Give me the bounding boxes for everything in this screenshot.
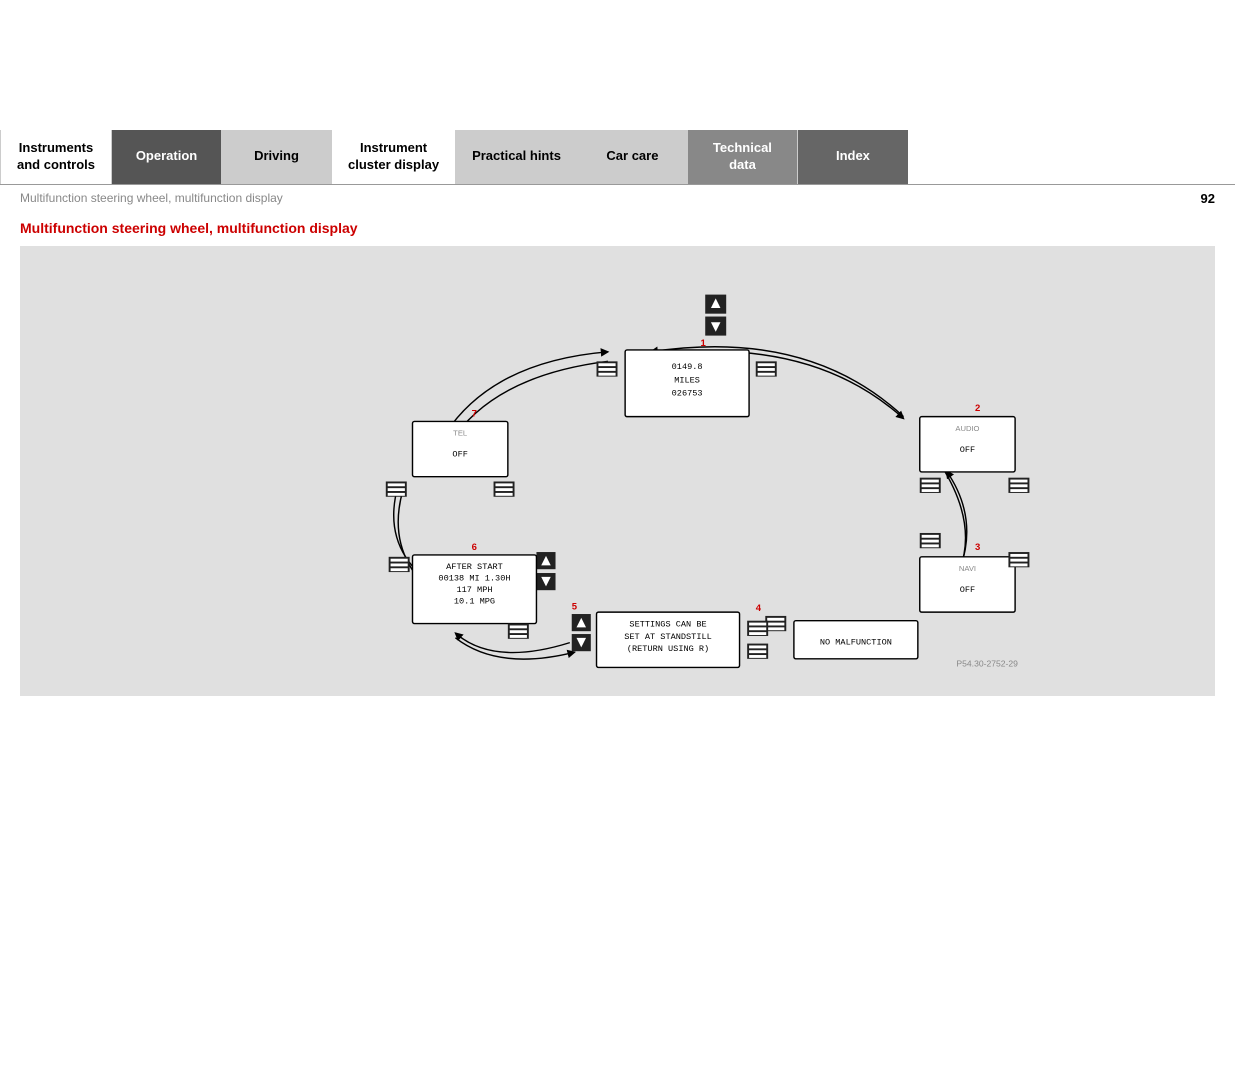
node4-label: 4 bbox=[756, 603, 762, 614]
node3-label: 3 bbox=[975, 542, 980, 553]
nav-bar: Instruments and controls Operation Drivi… bbox=[0, 130, 1235, 185]
diagram-svg: 1 0149.8 MILES 026753 2 AUDIO OFF 3 NAVI bbox=[40, 266, 1195, 676]
node3-line1: OFF bbox=[960, 585, 975, 595]
ref-code: P54.30-2752-29 bbox=[956, 658, 1018, 668]
node5-line2: SET AT STANDSTILL bbox=[624, 632, 712, 642]
nav-item-index[interactable]: Index bbox=[798, 130, 908, 184]
icon-left-area-l2 bbox=[388, 488, 405, 491]
icon-right-node3-l3 bbox=[1010, 563, 1027, 566]
nav-item-operation[interactable]: Operation bbox=[112, 130, 222, 184]
diagram-container: 1 0149.8 MILES 026753 2 AUDIO OFF 3 NAVI bbox=[20, 246, 1215, 696]
icon-right-node3-l2 bbox=[1010, 559, 1027, 562]
icon-line2-node1 bbox=[758, 368, 775, 371]
nav-item-car-care[interactable]: Car care bbox=[578, 130, 688, 184]
node7-title: TEL bbox=[453, 429, 467, 438]
icon-above-node3-l1 bbox=[922, 535, 939, 538]
arc-6-to-5-return bbox=[455, 638, 574, 659]
icon-right-node5-l2 bbox=[749, 627, 766, 630]
node1-line3: 026753 bbox=[672, 388, 703, 398]
icon-below-node7-l2 bbox=[495, 488, 512, 491]
nav-item-instrument-cluster[interactable]: Instrument cluster display bbox=[332, 130, 456, 184]
icon-line3-node1 bbox=[758, 373, 775, 376]
icon-above-node3-l2 bbox=[922, 539, 939, 542]
node2-label: 2 bbox=[975, 403, 980, 414]
node5-label: 5 bbox=[572, 601, 578, 612]
node7-line1: OFF bbox=[452, 449, 467, 459]
node1-line2: MILES bbox=[674, 375, 700, 385]
nav-item-technical-data[interactable]: Technical data bbox=[688, 130, 798, 184]
page-title: Multifunction steering wheel, multifunct… bbox=[20, 220, 1215, 236]
node4-line1: NO MALFUNCTION bbox=[820, 637, 892, 647]
icon-below-node6-l3 bbox=[510, 635, 527, 638]
icon-left-line3 bbox=[598, 373, 615, 376]
icon-left-node4-l3 bbox=[767, 627, 784, 630]
icon-below-node6-l2 bbox=[510, 630, 527, 633]
icon-below-node5-l1 bbox=[749, 645, 766, 648]
icon-below-node6-l1 bbox=[510, 625, 527, 628]
icon-below-node7-l3 bbox=[495, 493, 512, 496]
icon-above-node3-l3 bbox=[922, 544, 939, 547]
node6-line4: 10.1 MPG bbox=[454, 596, 495, 606]
icon-left-node4-l2 bbox=[767, 622, 784, 625]
icon-right-node5-l1 bbox=[749, 622, 766, 625]
icon-left-line1 bbox=[598, 363, 615, 366]
icon-below-node2-l2 bbox=[922, 484, 939, 487]
nav-item-instruments[interactable]: Instruments and controls bbox=[0, 130, 112, 184]
icon-right-node2-l1 bbox=[1010, 479, 1027, 482]
icon-left-node4-l1 bbox=[767, 618, 784, 621]
icon-right-node5-l3 bbox=[749, 632, 766, 635]
node1-label: 1 bbox=[700, 338, 706, 349]
node5-line3: (RETURN USING R) bbox=[627, 644, 709, 654]
icon-below-node2-l1 bbox=[922, 479, 939, 482]
nav-item-practical-hints[interactable]: Practical hints bbox=[456, 130, 578, 184]
icon-left-area-l1 bbox=[388, 483, 405, 486]
breadcrumb: Multifunction steering wheel, multifunct… bbox=[0, 185, 1235, 212]
icon-right-node2-l2 bbox=[1010, 484, 1027, 487]
node1-line1: 0149.8 bbox=[672, 362, 703, 372]
node2-line1: OFF bbox=[960, 445, 975, 455]
icon-left-node6-l3 bbox=[391, 568, 408, 571]
icon-below-node5-l3 bbox=[749, 655, 766, 658]
icon-below-node7-l1 bbox=[495, 483, 512, 486]
node6-line3: 117 MPH bbox=[456, 585, 492, 595]
icon-line1-node1 bbox=[758, 363, 775, 366]
icon-below-node2-l3 bbox=[922, 489, 939, 492]
node6-line2: 00138 MI 1.30H bbox=[438, 573, 510, 583]
icon-left-line2 bbox=[598, 368, 615, 371]
icon-left-area-l3 bbox=[388, 493, 405, 496]
node6-label: 6 bbox=[472, 542, 477, 553]
node5-line1: SETTINGS CAN BE bbox=[629, 619, 706, 629]
nav-item-driving[interactable]: Driving bbox=[222, 130, 332, 184]
node2-title: AUDIO bbox=[955, 424, 979, 433]
icon-below-node5-l2 bbox=[749, 650, 766, 653]
icon-right-node3-l1 bbox=[1010, 554, 1027, 557]
icon-left-node6-l2 bbox=[391, 563, 408, 566]
node6-line1: AFTER START bbox=[446, 562, 503, 572]
node3-title: NAVI bbox=[959, 564, 976, 573]
node7-label: 7 bbox=[472, 408, 477, 419]
icon-right-node2-l3 bbox=[1010, 489, 1027, 492]
icon-left-node6-l1 bbox=[391, 559, 408, 562]
